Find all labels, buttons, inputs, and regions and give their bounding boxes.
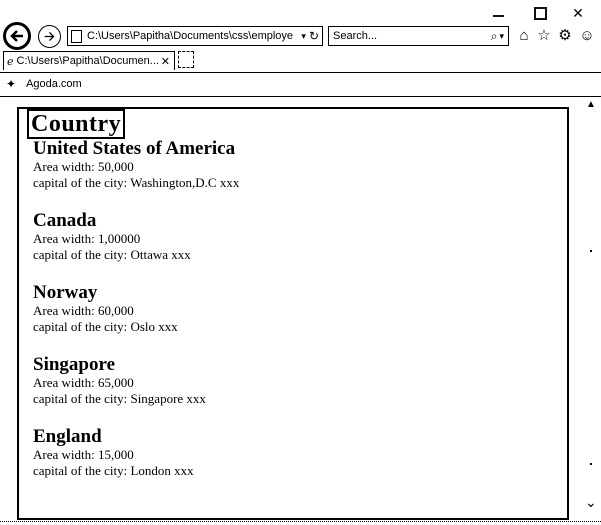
gear-icon[interactable]: ⚙ <box>556 26 574 44</box>
maximize-icon <box>533 6 547 20</box>
browser-tab[interactable]: ℯ C:\Users\Papitha\Documen... ✕ <box>3 51 175 70</box>
favorites-star-icon[interactable]: ☆ <box>535 26 553 44</box>
country-name: United States of America <box>33 138 236 159</box>
ie-page-icon: ℯ <box>7 55 14 68</box>
address-dropdown-icon[interactable]: ▾ <box>301 31 306 42</box>
close-icon: ✕ <box>572 4 584 21</box>
country-capital: capital of the city: London xxx <box>33 463 194 478</box>
scroll-down-icon[interactable]: ⌄ <box>585 494 597 511</box>
new-tab-button[interactable] <box>178 51 194 68</box>
address-url: C:\Users\Papitha\Documents\css\employe <box>87 30 294 42</box>
minimize-button[interactable] <box>488 4 508 22</box>
country-capital: capital of the city: Oslo xxx <box>33 319 178 334</box>
country-capital: capital of the city: Washington,D.C xxx <box>33 175 240 190</box>
favorites-bar: ✦ Agoda.com <box>0 72 601 95</box>
country-capital: capital of the city: Ottawa xxx <box>33 247 191 262</box>
close-window-button[interactable]: ✕ <box>568 4 588 22</box>
country-item: United States of America Area width: 50,… <box>33 139 239 191</box>
country-area: Area width: 60,000 <box>33 303 134 318</box>
country-name: Singapore <box>33 354 116 375</box>
status-bar-edge <box>0 521 601 523</box>
scroll-up-icon[interactable]: ▲ <box>586 99 596 110</box>
back-button[interactable] <box>3 22 31 50</box>
suggested-sites-icon[interactable]: ✦ <box>6 77 16 91</box>
refresh-icon[interactable]: ↻ <box>309 29 319 43</box>
country-name: England <box>33 426 102 447</box>
country-name: Canada <box>33 210 97 231</box>
country-item: Singapore Area width: 65,000 capital of … <box>33 355 239 407</box>
home-icon[interactable]: ⌂ <box>515 26 533 44</box>
country-item: Norway Area width: 60,000 capital of the… <box>33 283 239 335</box>
country-container: Country United States of America Area wi… <box>17 107 569 520</box>
address-bar[interactable]: C:\Users\Papitha\Documents\css\employe ▾… <box>67 26 323 46</box>
country-list: United States of America Area width: 50,… <box>33 139 239 499</box>
country-area: Area width: 65,000 <box>33 375 134 390</box>
scrollbar-track-mark <box>590 250 592 252</box>
country-area: Area width: 15,000 <box>33 447 134 462</box>
search-icon[interactable]: ⌕ <box>491 29 498 44</box>
country-capital: capital of the city: Singapore xxx <box>33 391 206 406</box>
page-heading: Country <box>27 109 126 139</box>
tab-close-icon[interactable]: ✕ <box>161 55 170 68</box>
maximize-button[interactable] <box>530 4 550 22</box>
toolbar-divider <box>0 96 601 97</box>
tab-title: C:\Users\Papitha\Documen... <box>16 55 159 67</box>
country-name: Norway <box>33 282 98 303</box>
feedback-smiley-icon[interactable]: ☺ <box>578 26 596 44</box>
country-area: Area width: 1,00000 <box>33 231 141 246</box>
page-icon <box>71 29 82 43</box>
country-item: England Area width: 15,000 capital of th… <box>33 427 239 479</box>
search-input[interactable]: Search... ⌕ ▾ <box>328 26 509 46</box>
favorite-agoda-link[interactable]: Agoda.com <box>26 78 82 90</box>
country-item: Canada Area width: 1,00000 capital of th… <box>33 211 239 263</box>
scrollbar-track-mark <box>590 463 592 465</box>
search-placeholder: Search... <box>333 30 378 42</box>
country-area: Area width: 50,000 <box>33 159 134 174</box>
forward-arrow-icon <box>44 31 55 42</box>
back-arrow-icon <box>10 30 23 42</box>
forward-button[interactable] <box>38 25 61 48</box>
search-dropdown-icon[interactable]: ▾ <box>499 31 504 42</box>
minimize-icon <box>492 15 504 17</box>
